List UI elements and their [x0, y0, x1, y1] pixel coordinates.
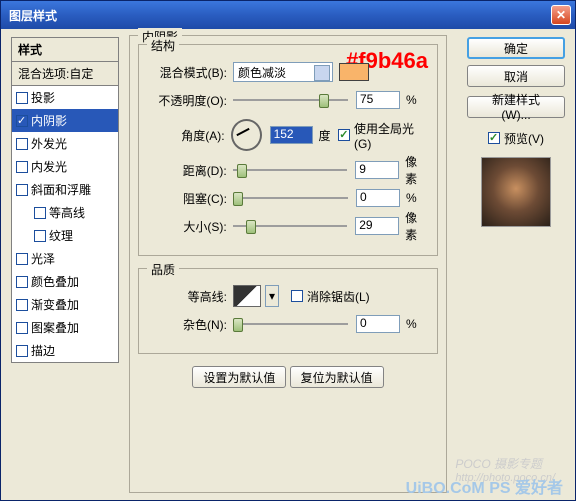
right-panel: 确定 取消 新建样式(W)... 预览(V)	[467, 37, 565, 227]
style-item-8[interactable]: 颜色叠加	[12, 270, 118, 293]
choke-input[interactable]: 0	[356, 189, 400, 207]
style-label: 内发光	[31, 158, 67, 175]
style-item-1[interactable]: 内阴影	[12, 109, 118, 132]
styles-list: 样式 混合选项:自定 投影内阴影外发光内发光斜面和浮雕等高线纹理光泽颜色叠加渐变…	[11, 37, 119, 363]
blending-options-item[interactable]: 混合选项:自定	[12, 62, 118, 86]
style-label: 等高线	[49, 204, 85, 221]
blend-mode-label: 混合模式(B):	[147, 64, 227, 81]
antialias-label: 消除锯齿(L)	[307, 288, 370, 305]
style-checkbox[interactable]	[16, 322, 28, 334]
style-checkbox[interactable]	[16, 161, 28, 173]
style-label: 内阴影	[31, 112, 67, 129]
size-slider[interactable]	[233, 218, 348, 234]
inner-shadow-panel: 内阴影 #f9b46a 结构 混合模式(B): 颜色减淡 不透明度(O): 75…	[129, 35, 447, 493]
noise-unit: %	[406, 317, 417, 331]
opacity-label: 不透明度(O):	[147, 92, 227, 109]
blend-mode-select[interactable]: 颜色减淡	[233, 62, 333, 82]
opacity-unit: %	[406, 93, 417, 107]
style-item-10[interactable]: 图案叠加	[12, 316, 118, 339]
contour-label: 等高线:	[147, 288, 227, 305]
style-label: 纹理	[49, 227, 73, 244]
style-label: 颜色叠加	[31, 273, 79, 290]
style-label: 描边	[31, 342, 55, 359]
style-item-7[interactable]: 光泽	[12, 247, 118, 270]
style-item-6[interactable]: 纹理	[12, 224, 118, 247]
color-swatch[interactable]	[339, 63, 369, 81]
titlebar[interactable]: 图层样式 ✕	[1, 1, 575, 29]
make-default-button[interactable]: 设置为默认值	[192, 366, 286, 388]
cancel-button[interactable]: 取消	[467, 65, 565, 87]
reset-default-button[interactable]: 复位为默认值	[290, 366, 384, 388]
preview-thumbnail	[481, 157, 551, 227]
global-light-label: 使用全局光(G)	[354, 120, 429, 151]
style-item-9[interactable]: 渐变叠加	[12, 293, 118, 316]
style-checkbox[interactable]	[16, 345, 28, 357]
style-checkbox[interactable]	[16, 276, 28, 288]
style-checkbox[interactable]	[16, 253, 28, 265]
style-checkbox[interactable]	[16, 115, 28, 127]
style-label: 投影	[31, 89, 55, 106]
style-item-5[interactable]: 等高线	[12, 201, 118, 224]
ok-button[interactable]: 确定	[467, 37, 565, 59]
style-checkbox[interactable]	[16, 138, 28, 150]
choke-unit: %	[406, 191, 417, 205]
noise-label: 杂色(N):	[147, 316, 227, 333]
structure-group: 结构 混合模式(B): 颜色减淡 不透明度(O): 75 % 角度(A):	[138, 44, 438, 256]
distance-label: 距离(D):	[147, 162, 227, 179]
layer-style-dialog: 图层样式 ✕ 样式 混合选项:自定 投影内阴影外发光内发光斜面和浮雕等高线纹理光…	[0, 0, 576, 501]
angle-input[interactable]: 152	[270, 126, 313, 144]
watermark: POCO 摄影专题 http://photo.poco.cn/	[455, 455, 555, 484]
size-label: 大小(S):	[147, 218, 227, 235]
style-checkbox[interactable]	[16, 184, 28, 196]
angle-label: 角度(A):	[147, 127, 225, 144]
style-checkbox[interactable]	[34, 230, 46, 242]
preview-checkbox[interactable]	[488, 132, 500, 144]
style-checkbox[interactable]	[16, 92, 28, 104]
distance-unit: 像素	[405, 153, 429, 187]
choke-label: 阻塞(C):	[147, 190, 227, 207]
choke-slider[interactable]	[233, 190, 348, 206]
style-item-2[interactable]: 外发光	[12, 132, 118, 155]
size-unit: 像素	[405, 209, 429, 243]
contour-dropdown[interactable]: ▾	[265, 285, 279, 307]
distance-input[interactable]: 9	[355, 161, 399, 179]
quality-legend: 品质	[147, 261, 179, 278]
distance-slider[interactable]	[233, 162, 348, 178]
opacity-input[interactable]: 75	[356, 91, 400, 109]
window-title: 图层样式	[5, 7, 551, 24]
size-input[interactable]: 29	[355, 217, 399, 235]
angle-unit: 度	[319, 127, 331, 144]
style-item-11[interactable]: 描边	[12, 339, 118, 362]
style-item-3[interactable]: 内发光	[12, 155, 118, 178]
structure-legend: 结构	[147, 37, 179, 54]
style-label: 斜面和浮雕	[31, 181, 91, 198]
styles-header[interactable]: 样式	[12, 38, 118, 62]
close-button[interactable]: ✕	[551, 5, 571, 25]
style-label: 图案叠加	[31, 319, 79, 336]
style-item-0[interactable]: 投影	[12, 86, 118, 109]
style-checkbox[interactable]	[16, 299, 28, 311]
global-light-checkbox[interactable]	[338, 129, 350, 141]
style-label: 外发光	[31, 135, 67, 152]
preview-label: 预览(V)	[504, 130, 544, 147]
style-label: 渐变叠加	[31, 296, 79, 313]
style-label: 光泽	[31, 250, 55, 267]
noise-slider[interactable]	[233, 316, 348, 332]
opacity-slider[interactable]	[233, 92, 348, 108]
new-style-button[interactable]: 新建样式(W)...	[467, 96, 565, 118]
noise-input[interactable]: 0	[356, 315, 400, 333]
style-item-4[interactable]: 斜面和浮雕	[12, 178, 118, 201]
angle-dial[interactable]	[231, 119, 262, 151]
contour-swatch[interactable]	[233, 285, 261, 307]
antialias-checkbox[interactable]	[291, 290, 303, 302]
quality-group: 品质 等高线: ▾ 消除锯齿(L) 杂色(N): 0 %	[138, 268, 438, 354]
style-checkbox[interactable]	[34, 207, 46, 219]
